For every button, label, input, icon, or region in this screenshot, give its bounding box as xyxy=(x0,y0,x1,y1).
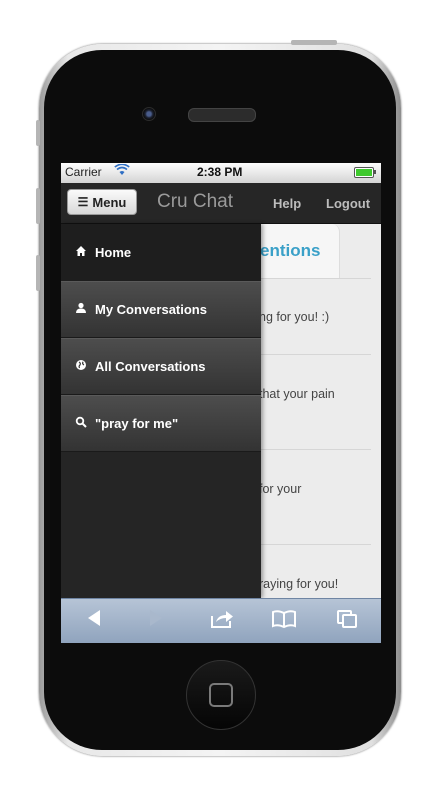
list-icon: ☰ xyxy=(77,195,89,209)
app-title: Cru Chat xyxy=(157,191,234,212)
logout-link[interactable]: Logout xyxy=(326,196,370,211)
volume-up-button xyxy=(36,188,40,224)
home-button[interactable] xyxy=(186,660,256,730)
bookmarks-icon[interactable] xyxy=(269,609,299,635)
menu-button[interactable]: ☰ Menu xyxy=(67,189,137,215)
globe-icon xyxy=(72,359,90,374)
sleep-button xyxy=(291,40,337,45)
tab-mentions-label: entions xyxy=(260,241,321,260)
drawer-item-label: All Conversations xyxy=(95,359,206,374)
menu-button-label: Menu xyxy=(92,194,127,210)
wifi-icon xyxy=(114,163,130,179)
app-header: ☰ Menu Cru Chat Help Logout xyxy=(61,183,381,224)
drawer-item-all-conversations[interactable]: All Conversations xyxy=(61,338,261,395)
home-icon xyxy=(72,245,90,260)
divider xyxy=(259,544,371,545)
divider xyxy=(259,354,371,355)
person-icon xyxy=(72,302,90,317)
status-bar: Carrier 2:38 PM xyxy=(61,163,381,184)
battery-icon xyxy=(354,167,376,178)
list-item[interactable]: that your pain xyxy=(259,387,335,401)
list-item[interactable]: raying for you! xyxy=(259,577,338,591)
list-item[interactable]: ng for you! :) xyxy=(259,310,329,324)
divider xyxy=(259,449,371,450)
drawer-item-my-conversations[interactable]: My Conversations xyxy=(61,281,261,338)
status-time: 2:38 PM xyxy=(197,165,243,179)
drawer-item-label: "pray for me" xyxy=(95,416,179,431)
home-square-icon xyxy=(209,683,233,707)
volume-down-button xyxy=(36,255,40,291)
side-menu-drawer: Home My Conversations All Conversations … xyxy=(61,224,261,598)
drawer-item-pray-for-me[interactable]: "pray for me" xyxy=(61,395,261,452)
share-icon[interactable] xyxy=(207,609,237,635)
safari-toolbar xyxy=(61,598,381,643)
carrier-label: Carrier xyxy=(65,165,102,179)
drawer-item-label: My Conversations xyxy=(95,302,207,317)
list-item[interactable]: for your xyxy=(259,482,301,496)
drawer-item-label: Home xyxy=(95,245,132,260)
drawer-item-home[interactable]: Home xyxy=(61,224,261,281)
silent-switch xyxy=(36,120,40,146)
forward-icon[interactable] xyxy=(141,609,171,633)
back-icon[interactable] xyxy=(79,609,109,633)
tabs-icon[interactable] xyxy=(332,609,362,635)
search-icon xyxy=(72,416,90,431)
camera-icon xyxy=(142,107,156,121)
divider xyxy=(259,278,371,279)
help-link[interactable]: Help xyxy=(273,196,301,211)
speaker-grille xyxy=(188,108,256,122)
phone-screen: Carrier 2:38 PM ☰ Menu Cru Chat Help Log… xyxy=(61,163,381,643)
